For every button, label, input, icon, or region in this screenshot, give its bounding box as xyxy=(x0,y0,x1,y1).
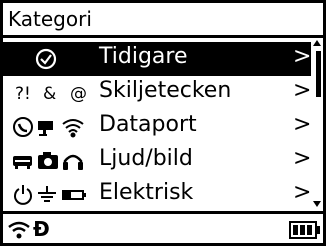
status-bar: Đ xyxy=(0,211,326,246)
page-title: Kategori xyxy=(8,7,92,31)
battery-status-icon xyxy=(289,221,320,239)
clock-icon xyxy=(13,47,93,71)
projector-icon xyxy=(13,156,32,169)
category-list: Tidigare > ?! & @ Skiljetecken > Datapor… xyxy=(0,35,326,214)
wifi-icon xyxy=(62,119,84,138)
dataport-icons xyxy=(13,115,93,139)
menu-item-elektrisk[interactable]: Elektrisk > xyxy=(3,178,311,212)
menu-item-dataport[interactable]: Dataport > xyxy=(3,110,311,144)
menu-item-label: Skiljetecken xyxy=(99,78,232,103)
scrollbar-thumb[interactable] xyxy=(316,51,321,97)
scroll-down-arrow-icon[interactable] xyxy=(313,201,321,207)
menu-item-label: Elektrisk xyxy=(99,180,194,205)
punctuation-icons: ?! & @ xyxy=(13,81,93,105)
battery-icon xyxy=(62,190,86,200)
menu-item-ljud-bild[interactable]: Ljud/bild > xyxy=(3,144,311,178)
power-icon xyxy=(14,185,32,205)
camera-icon xyxy=(38,121,53,136)
ground-icon xyxy=(38,186,56,202)
wifi-status-icon xyxy=(8,221,30,239)
menu-item-tidigare[interactable]: Tidigare > xyxy=(3,42,311,76)
status-letter: Đ xyxy=(33,217,50,241)
chevron-right-icon: > xyxy=(293,146,312,171)
scroll-up-arrow-icon[interactable] xyxy=(313,40,321,46)
menu-item-label: Dataport xyxy=(99,112,197,137)
phone-icon xyxy=(13,117,33,137)
chevron-right-icon: > xyxy=(293,78,312,103)
ampersand-icon: & xyxy=(43,84,56,104)
photo-camera-icon xyxy=(38,152,58,169)
menu-item-label: Ljud/bild xyxy=(99,146,193,171)
question-exclamation-icon: ?! xyxy=(15,84,31,104)
at-sign-icon: @ xyxy=(70,84,87,104)
menu-item-skiljetecken[interactable]: ?! & @ Skiljetecken > xyxy=(3,76,311,110)
chevron-right-icon: > xyxy=(293,44,312,69)
chevron-right-icon: > xyxy=(293,112,312,137)
electric-icons xyxy=(13,183,93,207)
header-bar: Kategori xyxy=(0,0,326,35)
menu-item-label: Tidigare xyxy=(99,44,188,69)
chevron-right-icon: > xyxy=(293,180,312,205)
audio-video-icons xyxy=(13,149,93,173)
headphones-icon xyxy=(63,154,83,170)
